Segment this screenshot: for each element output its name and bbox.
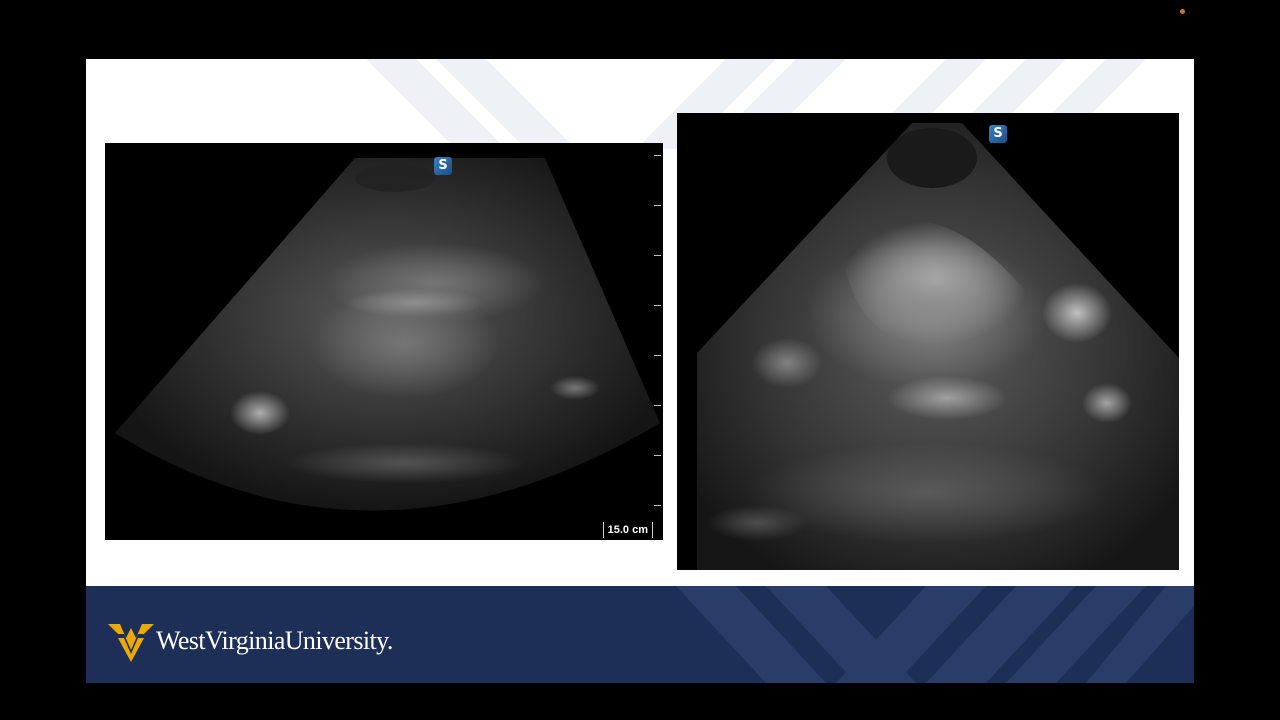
ultrasound-scan-right — [697, 123, 1179, 570]
ultrasound-vendor-logo-icon: S — [434, 157, 452, 175]
recording-indicator-dot — [1180, 9, 1185, 14]
slide-footer-bar: WestVirginiaUniversity. — [86, 586, 1194, 683]
ultrasound-vendor-logo-icon: S — [989, 125, 1007, 143]
wvu-wordmark: WestVirginiaUniversity. — [156, 626, 393, 655]
depth-scale-label: 15.0 cm — [602, 522, 653, 538]
wvu-logo: WestVirginiaUniversity. — [108, 619, 393, 663]
screen: S 15.0 cm S WestVirginiaUniversity. — [0, 0, 1280, 720]
ultrasound-scan-left — [115, 158, 660, 511]
flying-wv-icon — [108, 624, 154, 662]
depth-scale-ticks — [653, 151, 661, 521]
ultrasound-image-right: S — [677, 113, 1179, 570]
ultrasound-image-left: S 15.0 cm — [105, 143, 663, 540]
presentation-slide: S 15.0 cm S WestVirginiaUniversity. — [86, 59, 1194, 683]
